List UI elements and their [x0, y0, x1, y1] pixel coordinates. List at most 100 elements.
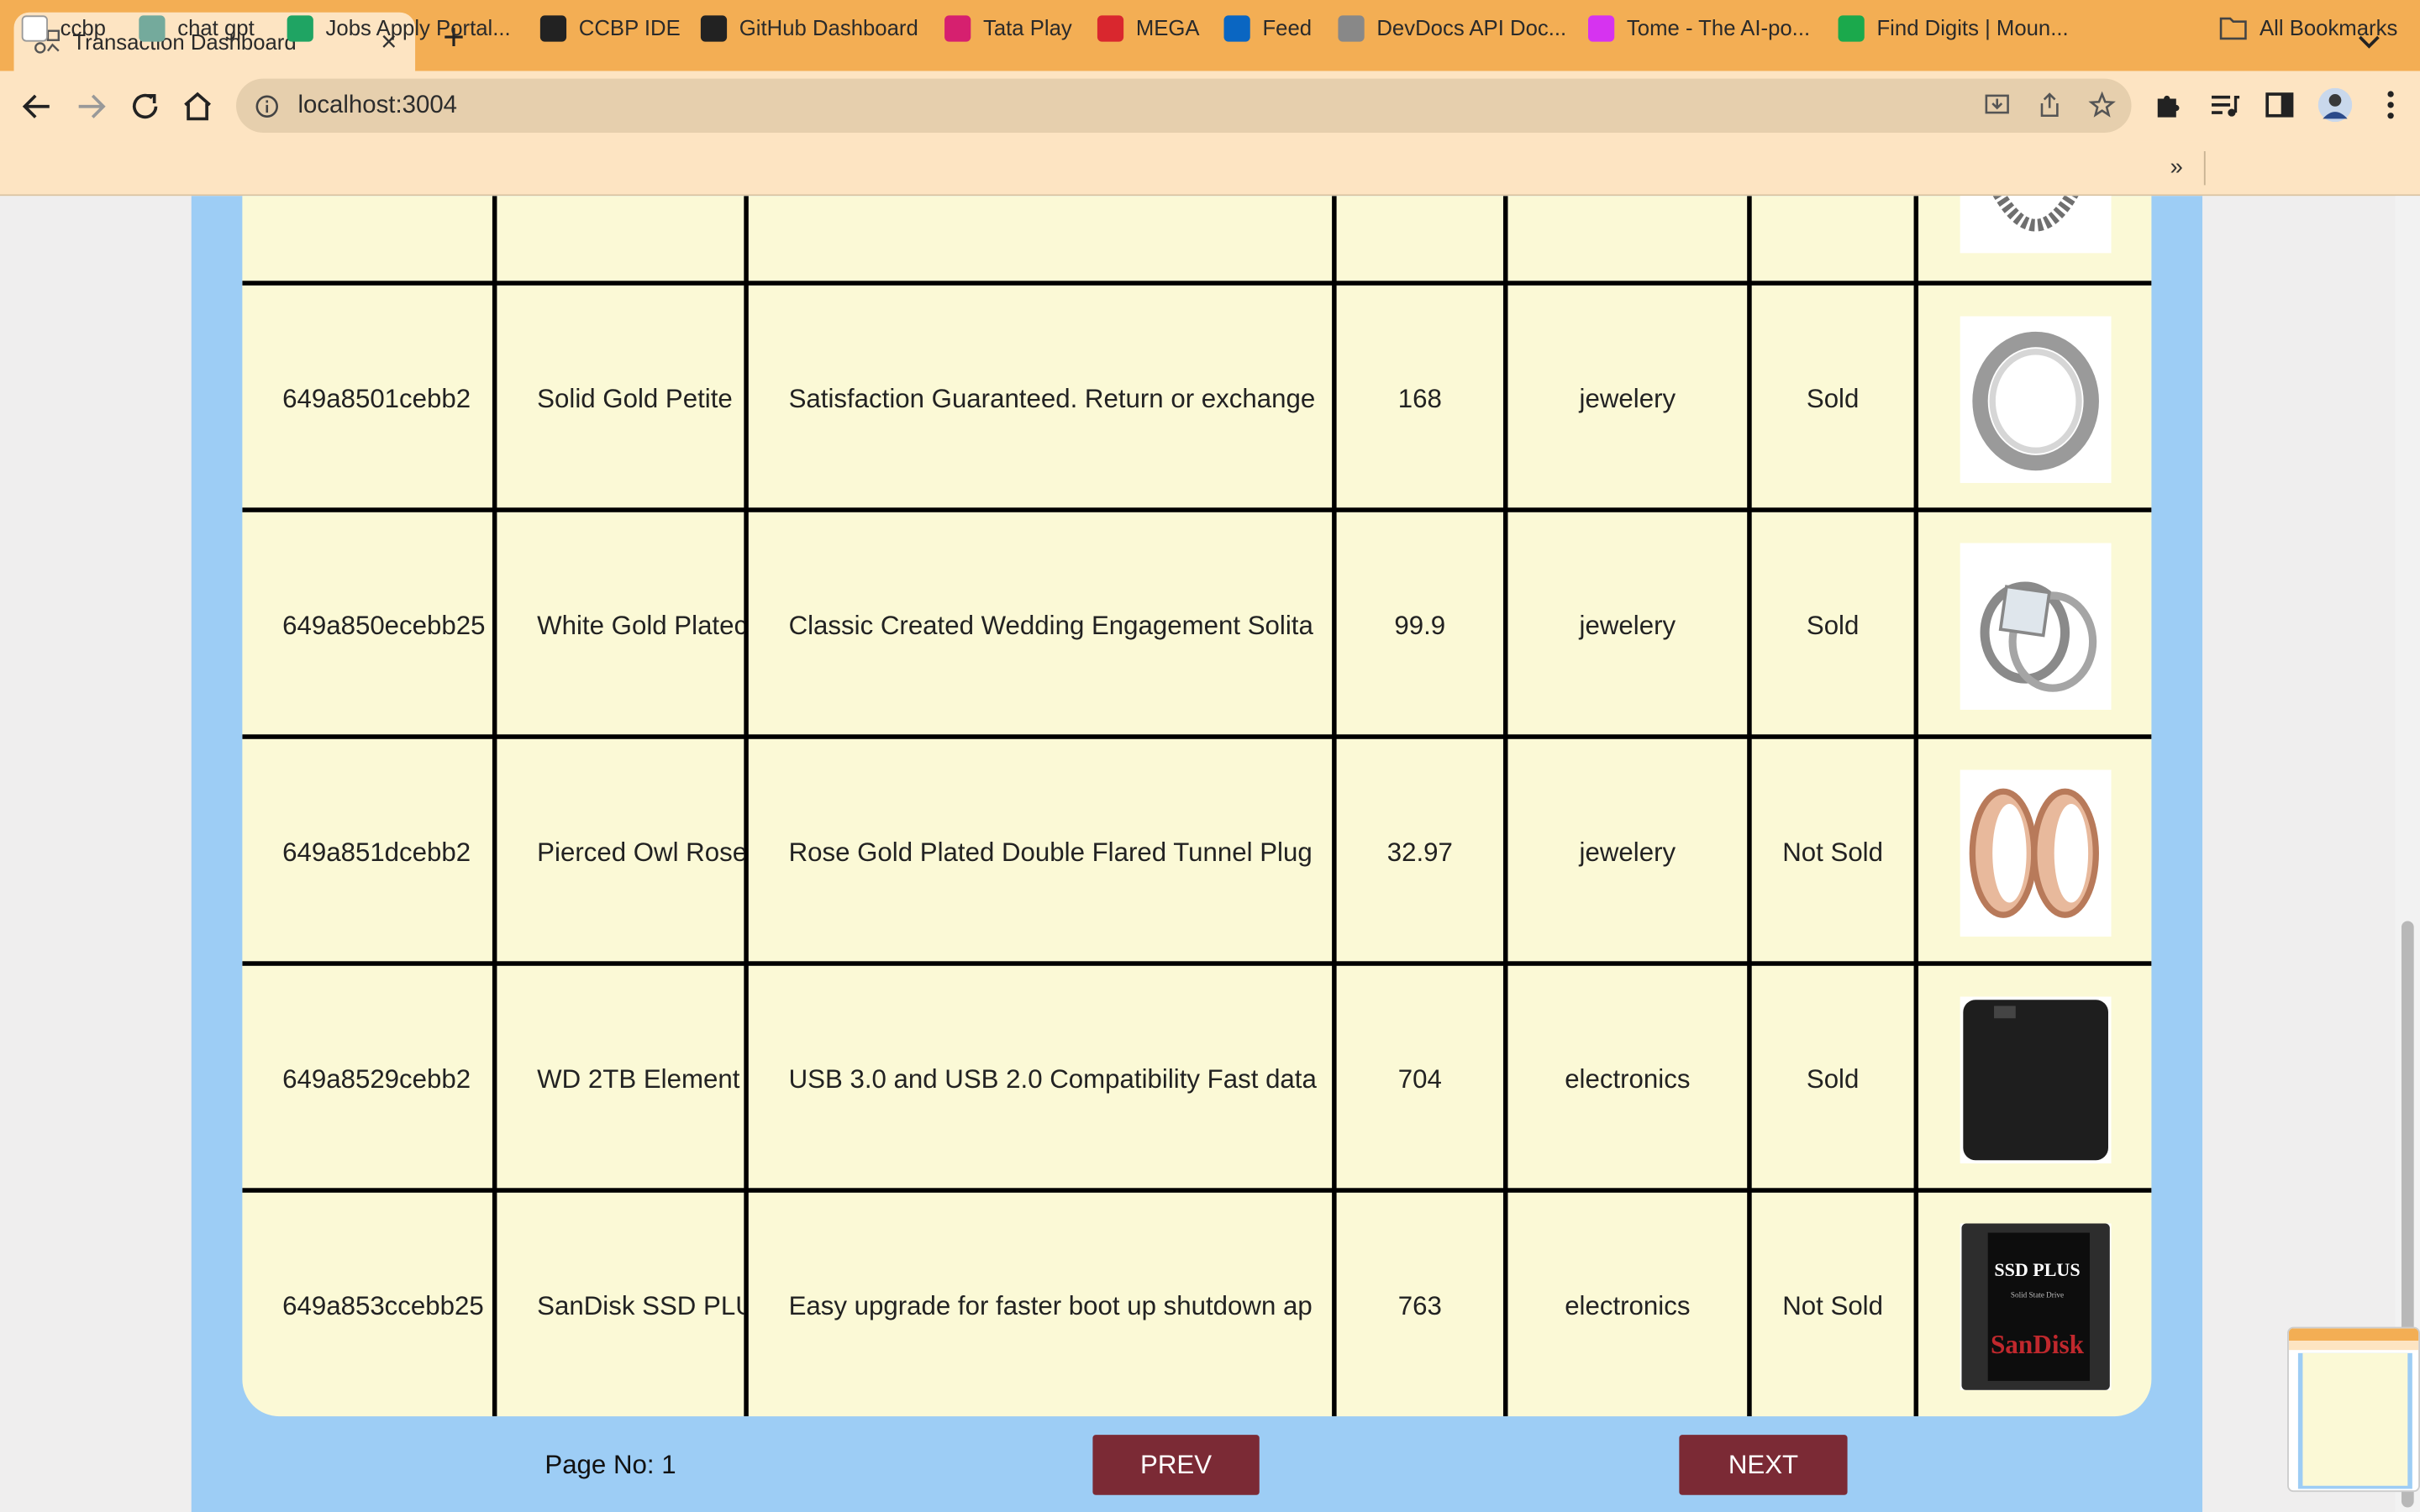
cell-description: Satisfaction Guaranteed. Return or excha…	[788, 383, 1316, 413]
page-scrollbar[interactable]	[2395, 196, 2420, 1512]
cell-id: 649a8529cebb2	[282, 1063, 471, 1094]
bookmark-label: Find Digits | Moun...	[1876, 15, 2069, 40]
cell-category: jewelery	[1579, 837, 1676, 867]
bookmark-label: Tome - The AI-po...	[1626, 15, 1811, 40]
cell-description: USB 3.0 and USB 2.0 Compatibility Fast d…	[788, 1063, 1317, 1094]
circle-arrow-icon	[539, 14, 567, 41]
cell-price: 99.9	[1394, 610, 1446, 640]
bookmark-label: Feed	[1262, 15, 1313, 40]
url-text: localhost:3004	[297, 92, 458, 118]
table-row: 649a851dcebb2 Pierced Owl Rose Rose Gold P…	[242, 739, 2151, 966]
bookmark-label: DevDocs API Doc...	[1376, 15, 1567, 40]
hackerrank-icon	[1838, 14, 1865, 41]
forward-arrow-icon[interactable]	[72, 88, 109, 125]
table-row: 649a850ecebb25 White Gold Platec Classic C…	[242, 512, 2151, 739]
cell-description: Rose Gold Plated Double Flared Tunnel Pl…	[788, 837, 1313, 867]
folder-icon	[2219, 17, 2247, 40]
cell-sold-status: Not Sold	[1782, 837, 1883, 867]
bookmark-item[interactable]: Tata Play	[944, 14, 1072, 42]
cell-price: 32.97	[1386, 837, 1453, 867]
cell-sold-status: Not Sold	[1782, 1290, 1883, 1320]
bookmark-item[interactable]: Find Digits | Moun...	[1838, 14, 2069, 42]
cell-category: electronics	[1565, 1063, 1691, 1094]
bookmark-label: Tata Play	[983, 15, 1072, 40]
cell-title: White Gold Platec	[537, 610, 744, 640]
bracelet-image	[1960, 196, 2112, 253]
cell-sold-status: Sold	[1806, 383, 1860, 413]
bookmark-item[interactable]: Tome - The AI-po...	[1588, 14, 1810, 42]
bookmarks-divider	[2203, 151, 2206, 186]
cell-title: Solid Gold Petite	[537, 383, 733, 413]
page-number-label: Page No: 1	[544, 1450, 676, 1480]
row-divider	[242, 734, 2152, 739]
ssd-label-text: Solid State Drive	[2011, 1290, 2064, 1299]
more-bookmarks-icon[interactable]: »	[2170, 155, 2182, 181]
bookmark-label: GitHub Dashboard	[739, 15, 918, 40]
ssd-label-text: SSD PLUS	[1994, 1258, 2080, 1279]
site-info-icon[interactable]	[255, 93, 279, 118]
column-divider	[1747, 196, 1752, 1417]
tome-icon	[1588, 14, 1615, 41]
bookmark-item[interactable]: GitHub Dashboard	[700, 14, 918, 42]
column-divider	[1332, 196, 1337, 1417]
bookmark-item[interactable]: Feed	[1223, 14, 1313, 42]
column-divider	[744, 196, 749, 1417]
bookmark-label: CCBP IDE	[578, 15, 681, 40]
install-app-icon[interactable]	[1983, 91, 2011, 118]
bookmarks-bar	[0, 141, 2420, 197]
row-divider	[242, 281, 2152, 286]
all-bookmarks-folder[interactable]: All Bookmarks	[2219, 14, 2397, 42]
ssd-label-text: SanDisk	[1991, 1329, 2085, 1358]
bookmark-label: chat gpt	[177, 15, 255, 40]
reload-icon[interactable]	[127, 88, 164, 125]
transactions-table: 649a8501cebb2 Solid Gold Petite Satisfacti…	[242, 196, 2152, 1417]
table-row: 649a853ccebb25 SanDisk SSD PLU Easy upgrad…	[242, 1193, 2151, 1416]
table-row: 649a8501cebb2 Solid Gold Petite Satisfacti…	[242, 286, 2151, 512]
linkedin-icon	[1223, 14, 1250, 41]
cell-sold-status: Sold	[1806, 610, 1860, 640]
bookmark-label: ccbp	[60, 15, 106, 40]
all-bookmarks-label: All Bookmarks	[2259, 15, 2398, 40]
bookmark-item[interactable]: CCBP IDE	[539, 14, 681, 42]
screenshot-thumbnail-preview[interactable]	[2287, 1326, 2420, 1493]
home-icon[interactable]	[179, 88, 216, 125]
cell-image	[1960, 966, 2112, 1193]
bookmark-item[interactable]: chat gpt	[139, 14, 255, 42]
cell-description: Classic Created Wedding Engagement Solit…	[788, 610, 1313, 640]
address-bar[interactable]: localhost:3004	[236, 78, 2132, 133]
cell-category: electronics	[1565, 1290, 1691, 1320]
next-button[interactable]: NEXT	[1679, 1435, 1848, 1495]
cell-id: 649a850ecebb25	[282, 610, 486, 640]
column-divider	[492, 196, 497, 1417]
cell-price: 168	[1397, 383, 1442, 413]
thumbnail-image	[2288, 1328, 2419, 1489]
share-icon[interactable]	[2036, 91, 2064, 118]
row-divider	[242, 507, 2152, 512]
column-divider	[1502, 196, 1508, 1417]
prev-button[interactable]: PREV	[1092, 1435, 1260, 1495]
cell-id: 649a8501cebb2	[282, 383, 471, 413]
cell-image	[1960, 512, 2112, 739]
extensions-puzzle-icon[interactable]	[2151, 88, 2185, 122]
bookmark-item[interactable]: ccbp	[21, 14, 106, 42]
bookmark-item[interactable]: MEGA	[1097, 14, 1200, 42]
cell-category: jewelery	[1579, 610, 1676, 640]
side-panel-icon[interactable]	[2263, 88, 2296, 122]
cell-price: 763	[1397, 1290, 1442, 1320]
silver-ring-image	[1960, 315, 2112, 482]
bookmark-item[interactable]: DevDocs API Doc...	[1338, 14, 1566, 42]
tata-play-icon	[944, 14, 971, 41]
cell-image: SSD PLUS Solid State Drive SanDisk	[1960, 1193, 2112, 1416]
cell-title: WD 2TB Element	[537, 1063, 740, 1094]
table-row: 649a8529cebb2 WD 2TB Element USB 3.0 and U…	[242, 966, 2151, 1193]
cell-sold-status: Sold	[1806, 1063, 1860, 1094]
devdocs-icon	[1338, 14, 1365, 41]
bookmark-star-icon[interactable]	[2088, 91, 2116, 118]
more-options-icon[interactable]	[2374, 88, 2407, 122]
bookmark-item[interactable]: Jobs Apply Portal...	[287, 14, 511, 42]
rose-gold-plug-image	[1960, 769, 2112, 936]
back-arrow-icon[interactable]	[18, 88, 55, 125]
profile-avatar[interactable]	[2317, 87, 2353, 123]
media-queue-icon[interactable]	[2207, 88, 2241, 122]
cell-image	[1960, 739, 2112, 966]
